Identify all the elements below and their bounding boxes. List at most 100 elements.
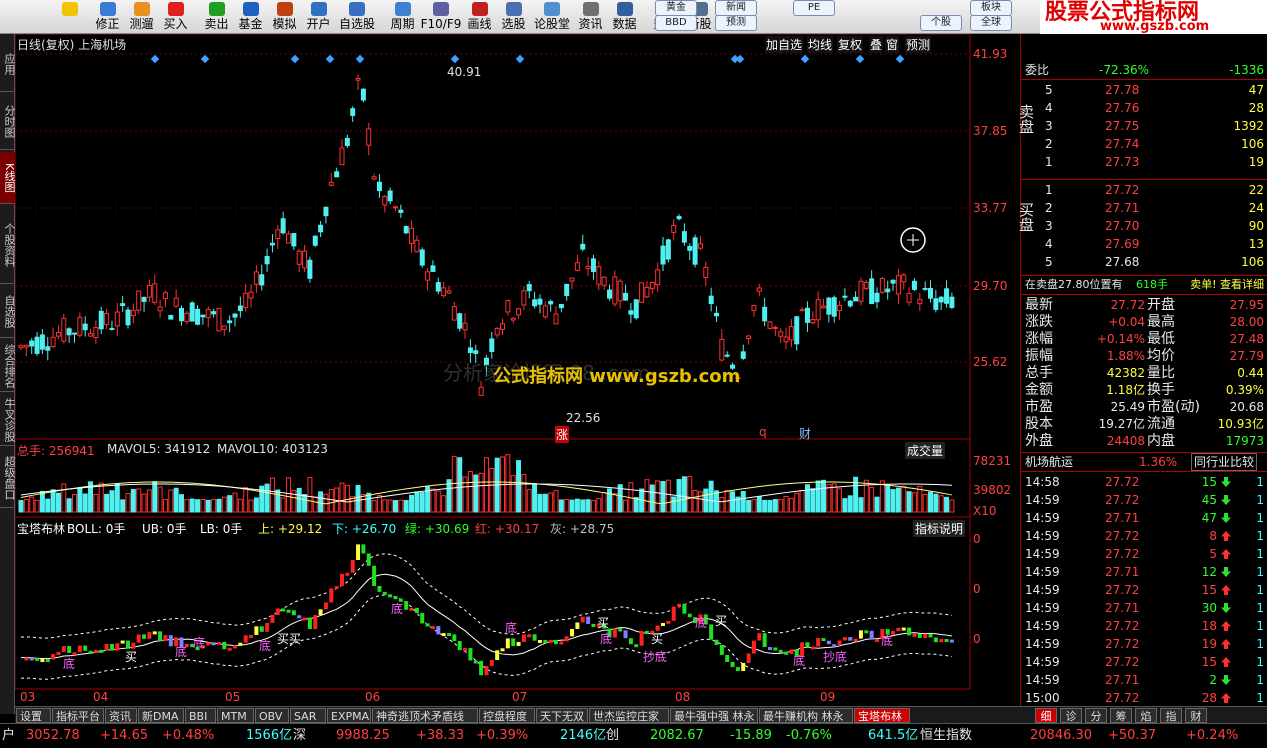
toolbar-button-8[interactable]: 自选股 bbox=[336, 0, 378, 34]
volume-bar bbox=[821, 479, 826, 513]
left-tab-6[interactable]: 牛叉诊股 bbox=[0, 394, 16, 446]
candle-body bbox=[355, 77, 361, 81]
toolbar-mini-button-6[interactable]: 板块 bbox=[970, 0, 1012, 16]
quote-tab-0[interactable]: 细 bbox=[1035, 708, 1057, 723]
toolbar-button-12[interactable]: 选股 bbox=[497, 0, 530, 34]
indicator-tab-2[interactable]: 资讯 bbox=[105, 708, 137, 723]
toolbar-mini-button-1[interactable]: BBD bbox=[655, 15, 697, 31]
left-tab-5[interactable]: 综合排名 bbox=[0, 340, 16, 392]
left-tab-0[interactable]: 应用 bbox=[0, 36, 16, 92]
indicator-tab-12[interactable]: 世杰监控庄家 bbox=[589, 708, 669, 723]
candle-body bbox=[574, 262, 580, 271]
toolbar-button-9[interactable]: 周期 bbox=[386, 0, 419, 34]
tower-block bbox=[762, 633, 767, 648]
left-tab-2[interactable]: K线图 bbox=[0, 152, 16, 204]
tower-block bbox=[661, 622, 665, 626]
volume-button[interactable]: 成交量 bbox=[905, 442, 946, 459]
sector-name: 机场航运 bbox=[1025, 455, 1074, 469]
price-axis-label: 25.62 bbox=[973, 355, 1008, 369]
candle-body bbox=[45, 346, 51, 351]
toolbar-button-7[interactable]: 开户 bbox=[302, 0, 335, 34]
toolbar-button-11[interactable]: 画线 bbox=[463, 0, 496, 34]
toolbar-icon bbox=[133, 2, 150, 16]
indicator-signal-label: 买 bbox=[651, 632, 664, 646]
indicator-tab-9[interactable]: 神奇逃顶术矛盾线 bbox=[372, 708, 478, 723]
indicator-tab-5[interactable]: MTM bbox=[217, 708, 254, 723]
chart-top-button-1[interactable]: 均线 bbox=[807, 36, 834, 53]
toolbar-button-3[interactable]: 买入 bbox=[159, 0, 192, 34]
toolbar-button-2[interactable]: 测遛 bbox=[125, 0, 158, 34]
indicator-tab-15[interactable]: 宝塔布林 bbox=[854, 708, 910, 723]
volume-bar bbox=[200, 498, 206, 513]
tick-volume: 2 bbox=[1209, 673, 1217, 687]
chart-top-button-2[interactable]: 复权 bbox=[837, 36, 864, 53]
toolbar-button-13[interactable]: 论股堂 bbox=[531, 0, 573, 34]
quote-tab-2[interactable]: 分 bbox=[1085, 708, 1107, 723]
kline-chart-area[interactable]: 日线(复权) 上海机场 加自选 均线 复权叠窗预测 41.93 37.85 33.77 29.… bbox=[15, 34, 1020, 706]
ind-ub: UB: 0手 bbox=[142, 522, 187, 536]
tower-block bbox=[99, 649, 104, 653]
quote-tab-6[interactable]: 财 bbox=[1185, 708, 1207, 723]
toolbar-button-1[interactable]: 修正 bbox=[91, 0, 124, 34]
chart-top-button-0[interactable]: 加自选 bbox=[765, 36, 804, 53]
tower-block bbox=[211, 642, 216, 646]
level-volume: 106 bbox=[1241, 255, 1264, 269]
candle-body bbox=[141, 296, 147, 302]
indicator-tab-7[interactable]: SAR bbox=[290, 708, 326, 723]
level-price: 27.70 bbox=[1105, 219, 1140, 233]
big-order-detail-link[interactable]: 卖单! 查看详细 bbox=[1190, 276, 1264, 294]
toolbar-mini-button-7[interactable]: 全球 bbox=[970, 15, 1012, 31]
indicator-tab-14[interactable]: 最牛赚机构 林永 bbox=[759, 708, 853, 723]
left-tab-7[interactable]: 超级盘口 bbox=[0, 448, 16, 508]
buy-divider bbox=[1021, 179, 1267, 180]
toolbar-button-4[interactable]: 卖出 bbox=[200, 0, 233, 34]
quote-tab-3[interactable]: 筹 bbox=[1110, 708, 1132, 723]
indicator-help-button[interactable]: 指标说明 bbox=[913, 520, 966, 537]
indicator-tab-0[interactable]: 设置 bbox=[16, 708, 51, 723]
sell-level-row: 2 27.74 106 bbox=[1021, 135, 1267, 153]
toolbar-button-15[interactable]: 数据 bbox=[608, 0, 641, 34]
volume-bar bbox=[39, 490, 45, 513]
tick-count: 1 bbox=[1256, 673, 1264, 687]
toolbar-button-10[interactable]: F10/F9 bbox=[420, 0, 462, 34]
chart-top-button-3[interactable]: 叠 bbox=[869, 36, 884, 53]
toolbar-button-0[interactable] bbox=[50, 0, 90, 34]
tick-time: 14:59 bbox=[1025, 655, 1060, 669]
toolbar-button-5[interactable]: 基金 bbox=[234, 0, 267, 34]
quote-tab-5[interactable]: 指 bbox=[1160, 708, 1182, 723]
volume-bar bbox=[788, 498, 794, 513]
indicator-tab-10[interactable]: 控盘程度 bbox=[479, 708, 535, 723]
left-tab-1[interactable]: 分时图 bbox=[0, 94, 16, 150]
toolbar-mini-button-4[interactable]: PE bbox=[793, 0, 835, 16]
tick-price: 27.71 bbox=[1105, 565, 1140, 579]
quote-tab-4[interactable]: 焰 bbox=[1135, 708, 1157, 723]
left-tab-4[interactable]: 自选股 bbox=[0, 286, 16, 338]
tower-block bbox=[521, 634, 526, 642]
sector-compare-button[interactable]: 同行业比较 bbox=[1191, 453, 1258, 471]
toolbar-mini-button-0[interactable]: 黄金 bbox=[655, 0, 697, 16]
indicator-tab-3[interactable]: 新DMA bbox=[138, 708, 184, 723]
chart-top-button-5[interactable]: 预测 bbox=[905, 36, 932, 53]
volume-bar bbox=[596, 497, 602, 513]
indicator-tab-11[interactable]: 天下无双 bbox=[536, 708, 588, 723]
candle-body bbox=[911, 280, 917, 290]
price-axis-label: 29.70 bbox=[973, 279, 1008, 293]
indicator-tab-8[interactable]: EXPMA bbox=[327, 708, 371, 723]
toolbar-mini-button-2[interactable]: 新闻 bbox=[715, 0, 757, 16]
toolbar-mini-button-5[interactable]: 个股 bbox=[920, 15, 962, 31]
quote-tab-1[interactable]: 诊 bbox=[1060, 708, 1082, 723]
tick-row: 14:59 27.71 30 1 bbox=[1021, 599, 1267, 617]
toolbar-mini-button-3[interactable]: 预测 bbox=[715, 15, 757, 31]
chart-top-button-4[interactable]: 窗 bbox=[885, 36, 900, 53]
candle-body bbox=[762, 306, 768, 322]
tick-row: 14:59 27.72 15 1 bbox=[1021, 581, 1267, 599]
toolbar-button-6[interactable]: 模拟 bbox=[268, 0, 301, 34]
volume-bar bbox=[703, 488, 709, 513]
indicator-tab-13[interactable]: 最牛强中强 林永 bbox=[670, 708, 758, 723]
indicator-tab-6[interactable]: OBV bbox=[255, 708, 289, 723]
indicator-tab-4[interactable]: BBI bbox=[185, 708, 216, 723]
volume-bar bbox=[799, 489, 805, 513]
indicator-tab-1[interactable]: 指标平台 bbox=[52, 708, 104, 723]
toolbar-button-14[interactable]: 资讯 bbox=[574, 0, 607, 34]
left-tab-3[interactable]: 个股资料 bbox=[0, 206, 16, 284]
